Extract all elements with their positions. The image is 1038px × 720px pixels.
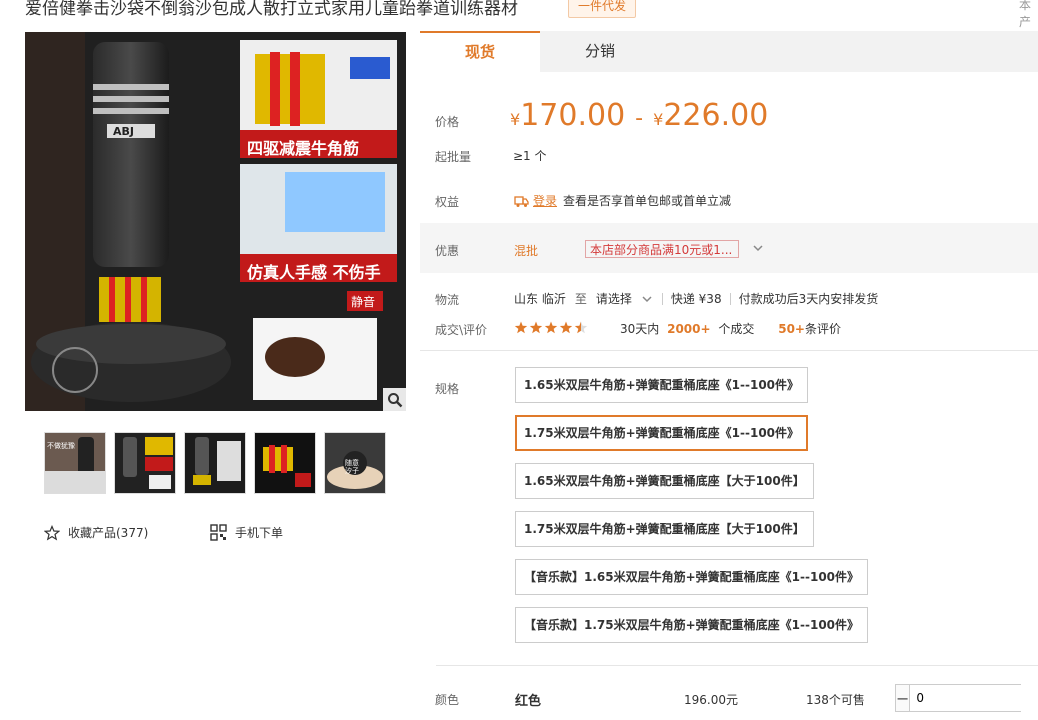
spec-option-6[interactable]: 【音乐款】1.75米双层牛角筋+弹簧配重桶底座《1--100件》 [515,607,869,643]
benefit-row: 登录 查看是否享首单包邮或首单立减 [514,192,731,209]
spec-option-3[interactable]: 1.65米双层牛角筋+弹簧配重桶底座【大于100件】 [515,463,814,499]
product-photo [25,32,406,411]
magnifier-icon [387,392,402,407]
price-high: 226.00 [663,98,769,133]
login-link[interactable]: 登录 [533,192,557,209]
logistics-label: 物流 [435,293,460,307]
silent-tag: 静音 [351,295,376,309]
thumbnail-5[interactable]: 随意 汐子 [324,432,386,494]
color-name: 红色 [515,694,542,709]
mobile-order-action[interactable]: 手机下单 [210,524,283,541]
mobile-order-label: 手机下单 [235,526,284,540]
benefit-text: 查看是否享首单包邮或首单立减 [563,194,732,208]
main-product-image[interactable]: 四驱减震牛角筋 仿真人手感 不伤手 静音 ABJ [25,32,406,411]
star-outline-icon [44,524,60,540]
section-divider [420,350,1038,351]
deals-label: 成交\评价 [435,323,488,337]
reviews-unit: 条评价 [805,322,842,336]
min-order-label: 起批量 [435,150,472,164]
product-title: 爱倍健拳击沙袋不倒翁沙包成人散打立式家用儿童跆拳道训练器材 [25,0,518,19]
promo-type: 混批 [514,244,539,258]
chevron-down-icon [642,295,652,302]
favorite-label: 收藏产品(377) [68,526,149,540]
color-stock: 138个可售 [806,693,865,707]
thumbnail-caption: 随意 汐子 [345,459,359,475]
ship-from: 山东 临沂 [514,292,566,306]
spec-option-1[interactable]: 1.65米双层牛角筋+弹簧配重桶底座《1--100件》 [515,367,809,403]
divider [729,292,731,305]
rating-star [559,321,573,334]
qr-code-icon [210,524,227,541]
spec-option-4[interactable]: 1.75米双层牛角筋+弹簧配重桶底座【大于100件】 [515,511,814,547]
price-range: ¥170.00- ¥226.00 [510,98,768,133]
destination-select[interactable]: 请选择 [596,290,654,307]
shipping-note: 付款成功后3天内安排发货 [738,292,879,306]
thumbnail-1[interactable]: 不做犹豫 [44,432,106,494]
quantity-stepper: − + [895,684,1038,712]
truck-icon [514,195,529,207]
destination-label: 请选择 [595,292,632,306]
decrement-button[interactable]: − [896,685,910,711]
thumbnail-3[interactable] [184,432,246,494]
quantity-input[interactable] [909,685,1038,711]
min-order-value: ≥1 个 [513,149,547,163]
star-rating-icon [514,321,588,334]
promo-expand[interactable] [751,240,765,259]
deals-count: 2000+ [667,322,711,336]
divider [661,292,663,305]
spec-option-2-selected[interactable]: 1.75米双层牛角筋+弹簧配重桶底座《1--100件》 [515,415,809,451]
price-label: 价格 [435,115,460,129]
brand-logo: ABJ [113,125,134,138]
rating-stars [514,320,590,339]
price-low: 170.00 [520,98,626,133]
deals-row: 30天内 2000+ 个成交 50+条评价 [620,320,841,337]
spec-option-5[interactable]: 【音乐款】1.65米双层牛角筋+弹簧配重桶底座《1--100件》 [515,559,869,595]
overlay-label-feel: 仿真人手感 不伤手 [247,263,381,282]
promo-label: 优惠 [435,244,460,258]
benefit-label: 权益 [435,195,460,209]
rating-star [514,321,528,334]
reviews-count[interactable]: 50+ [778,322,805,336]
tab-distribution[interactable]: 分销 [540,31,660,72]
favorite-action[interactable]: 收藏产品(377) [44,524,148,541]
thumbnail-2[interactable] [114,432,176,494]
overlay-label-damping: 四驱减震牛角筋 [247,139,360,158]
tab-in-stock[interactable]: 现货 [420,31,540,72]
currency-symbol: ¥ [653,110,664,129]
to-word: 至 [574,292,587,306]
deals-count-unit: 个成交 [718,322,755,336]
rating-star [544,321,558,334]
logistics-row: 山东 临沂 至 请选择 快递 ¥38 付款成功后3天内安排发货 [514,290,878,307]
thumbnail-caption: 不做犹豫 [47,442,75,450]
stock-tabs: 现货 分销 [420,31,1038,72]
thumbnail-4[interactable] [254,432,316,494]
currency-symbol: ¥ [510,110,521,129]
rating-star [574,321,588,334]
price-separator: - [635,106,644,131]
promo-chip[interactable]: 本店部分商品满10元或1... [585,240,739,258]
deals-days: 30天内 [620,322,660,336]
color-price: 196.00元 [684,693,738,707]
zoom-button[interactable] [383,388,406,411]
express-fee: 快递 ¥38 [670,292,722,306]
section-divider [436,665,1038,666]
dropship-badge: 一件代发 [568,0,637,18]
color-label: 颜色 [435,693,460,707]
rating-star [529,321,543,334]
spec-label: 规格 [435,382,460,396]
header-corner-text: 本产 [1019,0,1032,29]
chevron-down-icon [753,245,763,252]
